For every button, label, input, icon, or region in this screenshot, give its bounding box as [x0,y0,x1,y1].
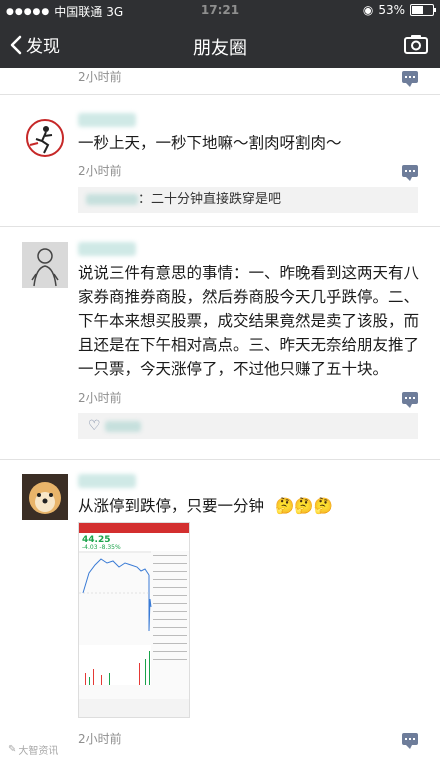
thinking-emoji: 🤔🤔🤔 [274,497,333,515]
post-text: 一秒上天，一秒下地嘛～割肉呀割肉～ [78,134,342,152]
comment-text: ：二十分钟直接跌穿是吧 [138,192,282,207]
sketch-avatar-icon [31,248,59,287]
comment-icon[interactable] [402,165,418,181]
camera-icon [404,35,428,54]
status-bar: ●●●●● 中国联通 3G 17:21 ◉ 53% [0,0,440,22]
liker-name[interactable] [104,421,141,432]
likes-list: ♡ [78,413,418,439]
stock-change: -4.03 -8.35% [82,544,121,551]
author-name[interactable] [78,242,136,256]
post-time: 2小时前 [78,164,122,178]
heart-icon: ♡ [88,418,101,434]
post-time: 2小时前 [78,732,122,746]
post: 从涨停到跌停，只要一分钟 🤔🤔🤔 44.25 -4.03 -8.35% 2小时前 [0,460,440,760]
battery-icon [410,4,436,16]
stock-chart-thumbnail [79,523,189,717]
page-title: 朋友圈 [193,38,247,59]
post: 一秒上天，一秒下地嘛～割肉呀割肉～ 2小时前 ：二十分钟直接跌穿是吧 [0,95,440,227]
avatar[interactable] [22,474,68,520]
wechat-logo-icon: ✎ [8,744,17,755]
comment-icon[interactable] [402,71,418,87]
watermark-text: 大智资讯 [18,746,59,757]
dog-avatar-icon [22,474,68,520]
avatar[interactable] [22,115,68,161]
comment-icon[interactable] [402,392,418,408]
avatar[interactable] [22,242,68,288]
author-name[interactable] [78,113,136,127]
post-text: 从涨停到跌停，只要一分钟 [78,497,265,515]
post: 说说三件有意思的事情：一、昨晚看到这两天有八家券商推券商股，然后券商股今天几乎跌… [0,227,440,460]
post-text-row: 从涨停到跌停，只要一分钟 🤔🤔🤔 [78,494,422,518]
nav-bar: 发现 朋友圈 [0,22,440,68]
post-time: 2小时前 [78,70,122,84]
comment-icon[interactable] [402,733,418,749]
post: 2小时前 [0,68,440,95]
post-text: 说说三件有意思的事情：一、昨晚看到这两天有八家券商推券商股，然后券商股今天几乎跌… [78,264,420,378]
author-name[interactable] [78,474,136,488]
camera-button[interactable] [404,34,428,58]
commenter-name[interactable] [86,194,138,205]
rotation-lock-icon: ◉ [362,3,374,17]
comment-list: ：二十分钟直接跌穿是吧 [78,187,418,213]
post-time: 2小时前 [78,391,122,405]
stock-screenshot-image[interactable]: 44.25 -4.03 -8.35% [78,522,190,718]
battery-percent: 53% [378,3,405,17]
runner-avatar-icon [26,119,64,157]
watermark: ✎ 大智资讯 [8,742,58,757]
